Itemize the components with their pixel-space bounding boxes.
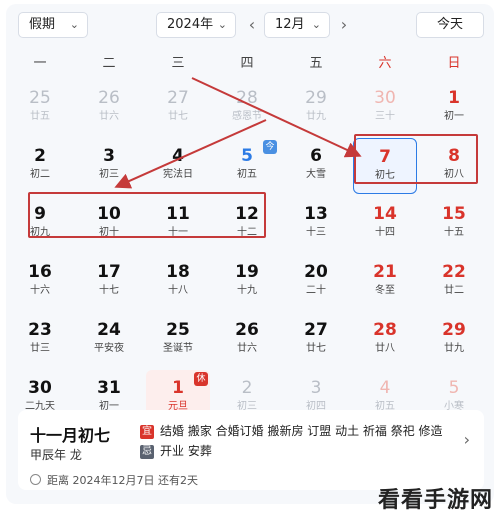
ganzhi-year: 甲辰年 龙 (30, 448, 82, 462)
avoid-text: 开业 安葬 (160, 444, 212, 458)
avoid-row: 忌开业 安葬 (140, 442, 212, 459)
avoid-badge: 忌 (140, 445, 154, 459)
chevron-right-icon[interactable]: › (464, 430, 470, 449)
suitable-row: 宜结婚 搬家 合婚订婚 搬新房 订盟 动土 祈福 祭祀 修造 (140, 422, 443, 439)
arrow-to-weekend (191, 77, 362, 158)
day-detail-panel[interactable]: 十一月初七 甲辰年 龙 宜结婚 搬家 合婚订婚 搬新房 订盟 动土 祈福 祭祀 … (18, 410, 484, 490)
suitable-text: 结婚 搬家 合婚订婚 搬新房 订盟 动土 祈福 祭祀 修造 (160, 424, 443, 438)
watermark-text: 看看手游网 (378, 488, 494, 513)
arrow-to-weekdays (114, 119, 267, 189)
lunar-date: 十一月初七 (30, 426, 111, 445)
suitable-badge: 宜 (140, 425, 154, 439)
countdown-text: 距离 2024年12月7日 还有2天 (47, 474, 198, 487)
countdown-row: 距离 2024年12月7日 还有2天 (30, 472, 198, 488)
clock-icon (30, 474, 41, 485)
